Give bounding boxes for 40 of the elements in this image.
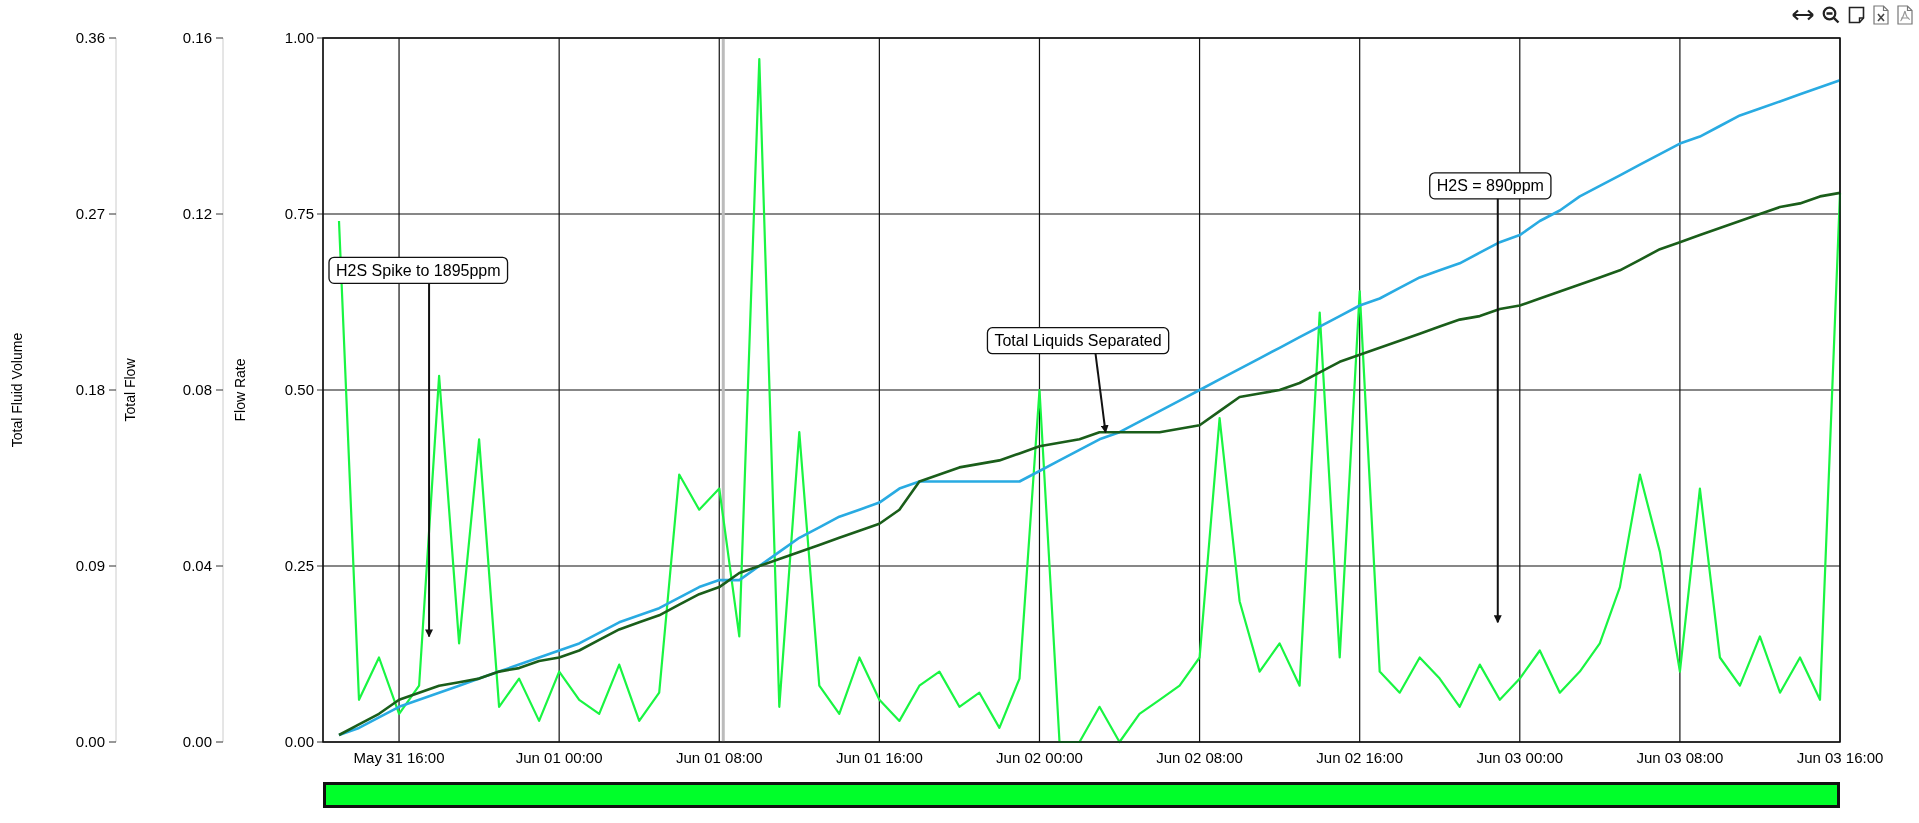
axis-tick-label: Jun 01 16:00 (836, 749, 923, 766)
axis-tick-label: May 31 16:00 (353, 749, 445, 766)
axis-tick-label: 0.00 (182, 733, 212, 750)
pdf-file-icon[interactable] (1897, 5, 1913, 25)
axis-tick-label: 0.16 (182, 30, 212, 46)
axis-tick-label: 0.12 (182, 205, 212, 222)
axis-tick-label: 1.00 (284, 30, 314, 46)
axis-tick-label: 0.08 (182, 381, 212, 398)
axis-title: Total Fluid Volume (9, 332, 25, 448)
annotation-label: H2S Spike to 1895ppm (328, 256, 509, 284)
annotation: Total Liquids Separated (994, 332, 1162, 350)
zoom-out-icon[interactable] (1822, 6, 1840, 24)
annotation-label: Total Liquids Separated (986, 327, 1170, 355)
annotation: H2S Spike to 1895ppm (336, 261, 501, 279)
axis-tick-label: 0.25 (284, 557, 314, 574)
axis-tick-label: Jun 02 08:00 (1156, 749, 1243, 766)
axis-tick-label: 0.00 (75, 733, 105, 750)
axis-tick-label: 0.75 (284, 205, 314, 222)
axis-tick-label: 0.18 (75, 381, 105, 398)
axis-title: Total Flow (122, 358, 138, 422)
range-navigator[interactable] (323, 782, 1840, 808)
axis-tick-label: 0.00 (284, 733, 314, 750)
axis-tick-label: Jun 02 16:00 (1316, 749, 1404, 766)
annotation: H2S = 890ppm (1436, 177, 1544, 195)
page-icon[interactable] (1848, 6, 1865, 24)
axis-tick-label: 0.36 (75, 30, 105, 46)
x-file-icon[interactable] (1873, 5, 1889, 25)
axis-tick-label: 0.50 (284, 381, 314, 398)
annotation-label: H2S = 890ppm (1429, 172, 1552, 200)
axis-tick-label: Jun 01 00:00 (515, 749, 603, 766)
axis-tick-label: 0.27 (75, 205, 105, 222)
axis-tick-label: Jun 02 00:00 (996, 749, 1083, 766)
axis-tick-label: Jun 03 16:00 (1796, 749, 1884, 766)
axis-tick-label: Jun 01 08:00 (675, 749, 763, 766)
horizontal-arrows-icon[interactable] (1792, 9, 1814, 21)
axis-tick-label: Jun 03 08:00 (1636, 749, 1724, 766)
axis-tick-label: 0.09 (75, 557, 105, 574)
axis-title: Flow Rate (232, 358, 248, 422)
axis-tick-label: 0.04 (182, 557, 212, 574)
axis-tick-label: Jun 03 00:00 (1476, 749, 1564, 766)
